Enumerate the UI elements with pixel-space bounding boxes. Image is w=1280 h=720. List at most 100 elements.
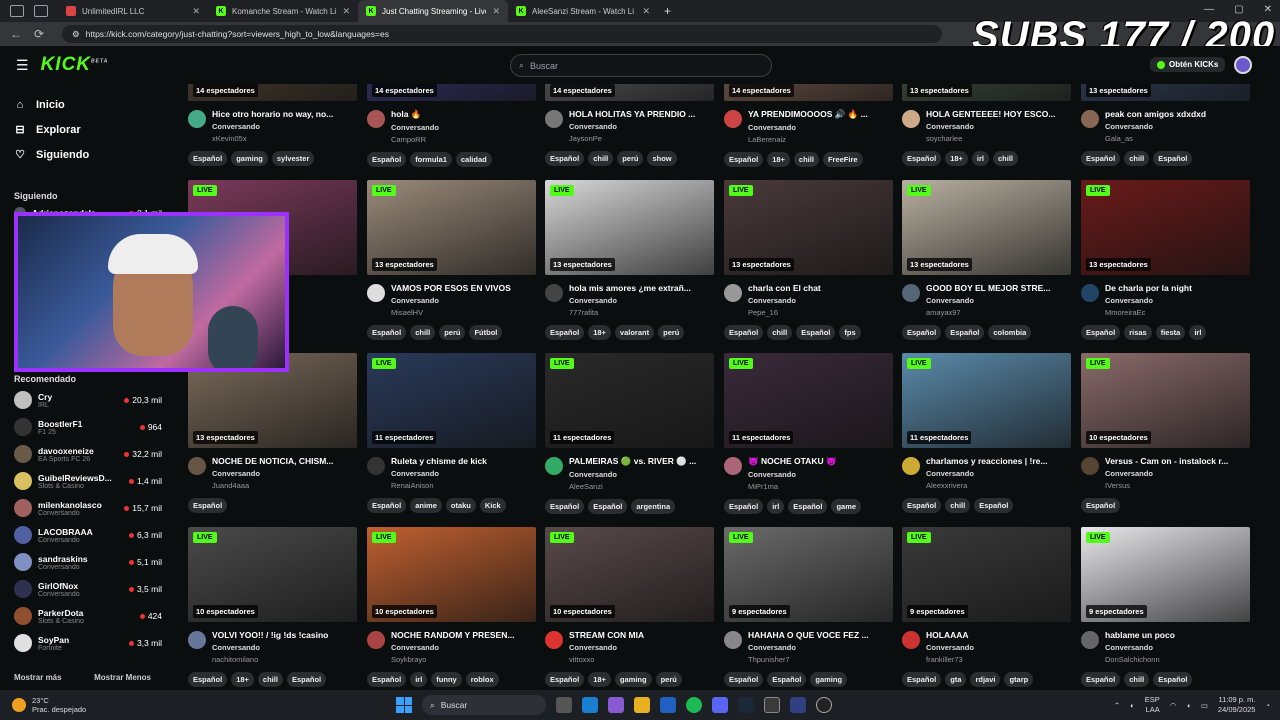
- tag-chip[interactable]: Español: [796, 325, 836, 340]
- tag-chip[interactable]: Español: [545, 151, 585, 166]
- battery-icon[interactable]: ▭: [1201, 701, 1208, 710]
- stream-category[interactable]: Conversando: [926, 643, 1071, 652]
- stream-card[interactable]: LIVE 13 espectadores hola mis amores ¿me e…: [545, 180, 714, 340]
- channel-avatar[interactable]: [724, 110, 742, 128]
- tag-chip[interactable]: Español: [1081, 325, 1121, 340]
- stream-thumbnail[interactable]: 14 espectadores: [367, 84, 536, 101]
- stream-username[interactable]: Aleexxrivera: [926, 481, 1071, 490]
- stream-username[interactable]: soycharlee: [926, 134, 1071, 143]
- stream-thumbnail[interactable]: 14 espectadores: [545, 84, 714, 101]
- channel-avatar[interactable]: [902, 284, 920, 302]
- stream-thumbnail[interactable]: LIVE 13 espectadores: [724, 180, 893, 275]
- channel-avatar[interactable]: [367, 284, 385, 302]
- channel-avatar[interactable]: [724, 284, 742, 302]
- user-avatar[interactable]: [1234, 56, 1252, 74]
- stream-card[interactable]: LIVE 11 espectadores Ruleta y chisme de ki…: [367, 353, 536, 513]
- tag-chip[interactable]: sylvester: [271, 151, 315, 166]
- stream-category[interactable]: Conversando: [212, 643, 357, 652]
- stream-title[interactable]: VOLVI YOO!! / !ig !ds !casino: [212, 630, 357, 640]
- stream-username[interactable]: AleeSanzi: [569, 482, 714, 491]
- tag-chip[interactable]: funny: [431, 672, 462, 687]
- chevron-up-icon[interactable]: ⌃: [1114, 701, 1120, 710]
- show-less-button[interactable]: Mostrar Menos: [94, 673, 151, 682]
- stream-title[interactable]: hola 🔥: [391, 109, 536, 120]
- sidebar-item-explorar[interactable]: ⊟ Explorar: [14, 117, 168, 142]
- tag-chip[interactable]: 18+: [767, 152, 790, 167]
- stream-username[interactable]: MiPr1ma: [748, 482, 893, 491]
- stream-title[interactable]: Versus - Cam on - instalock r...: [1105, 456, 1250, 466]
- stream-title[interactable]: De charla por la night: [1105, 283, 1250, 293]
- stream-card[interactable]: LIVE13 espectadoresNOCHE DE NOTICIA, CHI…: [188, 353, 357, 513]
- recommended-item[interactable]: GuibelReviewsD... Slots & Casino 1,4 mil: [14, 470, 162, 492]
- reload-icon[interactable]: ⟳: [34, 27, 48, 41]
- stream-category[interactable]: Conversando: [926, 122, 1071, 131]
- tag-chip[interactable]: Español: [367, 498, 407, 513]
- stream-thumbnail[interactable]: LIVE 11 espectadores: [367, 353, 536, 448]
- stream-title[interactable]: STREAM CON MIA: [569, 630, 714, 640]
- stream-card[interactable]: LIVE 11 espectadores PALMEIRAS 🟢 vs. RIVER…: [545, 353, 714, 514]
- stream-username[interactable]: Gala_as: [1105, 134, 1250, 143]
- discord-icon[interactable]: [712, 697, 728, 713]
- tag-chip[interactable]: gtarp: [1004, 672, 1034, 687]
- stream-username[interactable]: frankiller73: [926, 655, 1071, 664]
- stream-thumbnail[interactable]: LIVE 10 espectadores: [1081, 353, 1250, 448]
- stream-category[interactable]: Conversando: [1105, 469, 1250, 478]
- channel-avatar[interactable]: [545, 631, 563, 649]
- tag-chip[interactable]: Español: [902, 151, 942, 166]
- stream-thumbnail[interactable]: LIVE 11 espectadores: [545, 353, 714, 448]
- stream-username[interactable]: MmoreiraEc: [1105, 308, 1250, 317]
- task-view-icon[interactable]: [556, 697, 572, 713]
- sidebar-item-siguiendo[interactable]: ♡ Siguiendo: [14, 142, 168, 167]
- volume-icon[interactable]: ◖: [1186, 701, 1191, 710]
- tag-chip[interactable]: chill: [767, 325, 793, 340]
- stream-category[interactable]: Conversando: [748, 296, 893, 305]
- stream-username[interactable]: CampoRR: [391, 135, 536, 144]
- tag-chip[interactable]: chill: [1124, 672, 1150, 687]
- stream-card[interactable]: LIVE 10 espectadores STREAM CON MIA Convers…: [545, 527, 714, 687]
- tag-chip[interactable]: Español: [1081, 498, 1121, 513]
- tag-chip[interactable]: chill: [793, 152, 819, 167]
- tag-chip[interactable]: 18+: [231, 672, 254, 687]
- stream-thumbnail[interactable]: LIVE 9 espectadores: [724, 527, 893, 622]
- file-explorer-icon[interactable]: [634, 697, 650, 713]
- stream-category[interactable]: Conversando: [748, 470, 893, 479]
- tag-chip[interactable]: Español: [1153, 672, 1193, 687]
- tag-chip[interactable]: Español: [588, 499, 628, 514]
- stream-thumbnail[interactable]: LIVE 13 espectadores: [902, 180, 1071, 275]
- tag-chip[interactable]: perú: [655, 672, 682, 687]
- tag-chip[interactable]: irl: [767, 499, 785, 514]
- tag-chip[interactable]: 18+: [588, 672, 611, 687]
- tag-chip[interactable]: Español: [545, 672, 585, 687]
- tag-chip[interactable]: Español: [188, 498, 228, 513]
- tag-chip[interactable]: gaming: [810, 672, 848, 687]
- channel-avatar[interactable]: [1081, 284, 1099, 302]
- stream-category[interactable]: Conversando: [569, 643, 714, 652]
- sidebar-item-inicio[interactable]: ⌂ Inicio: [14, 92, 168, 117]
- recommended-item[interactable]: SoyPan Fortnite 3,3 mil: [14, 632, 162, 654]
- stream-title[interactable]: peak con amigos xdxdxd: [1105, 109, 1250, 119]
- tag-chip[interactable]: fps: [839, 325, 861, 340]
- tag-chip[interactable]: otaku: [445, 498, 476, 513]
- stream-category[interactable]: Conversando: [1105, 122, 1250, 131]
- stream-thumbnail[interactable]: 13 espectadores: [1081, 84, 1250, 101]
- stream-username[interactable]: 777rafita: [569, 308, 714, 317]
- channel-avatar[interactable]: [188, 631, 206, 649]
- search-input[interactable]: ⌕ Buscar: [510, 54, 772, 77]
- weather-widget[interactable]: 23°C Prac. despejado: [12, 696, 86, 714]
- stream-thumbnail[interactable]: 14 espectadores: [188, 84, 357, 101]
- stream-title[interactable]: HOLA HOLITAS YA PRENDIO ...: [569, 109, 714, 119]
- tag-chip[interactable]: Español: [188, 151, 228, 166]
- tag-chip[interactable]: Español: [902, 498, 942, 513]
- tag-chip[interactable]: Español: [945, 325, 985, 340]
- stream-category[interactable]: Conversando: [569, 122, 714, 131]
- stream-card[interactable]: LIVE 13 espectadores De charla por la nigh…: [1081, 180, 1250, 340]
- tag-chip[interactable]: FreeFire: [822, 152, 863, 167]
- stream-thumbnail[interactable]: LIVE 10 espectadores: [188, 527, 357, 622]
- edge-icon[interactable]: [582, 697, 598, 713]
- recommended-item[interactable]: davooxeneize EA Sports FC 26 32,2 mil: [14, 443, 162, 465]
- tag-chip[interactable]: Español: [724, 152, 764, 167]
- tag-chip[interactable]: argentina: [631, 499, 676, 514]
- tag-chip[interactable]: Español: [724, 672, 764, 687]
- stream-category[interactable]: Conversando: [391, 296, 536, 305]
- tag-chip[interactable]: Español: [188, 672, 228, 687]
